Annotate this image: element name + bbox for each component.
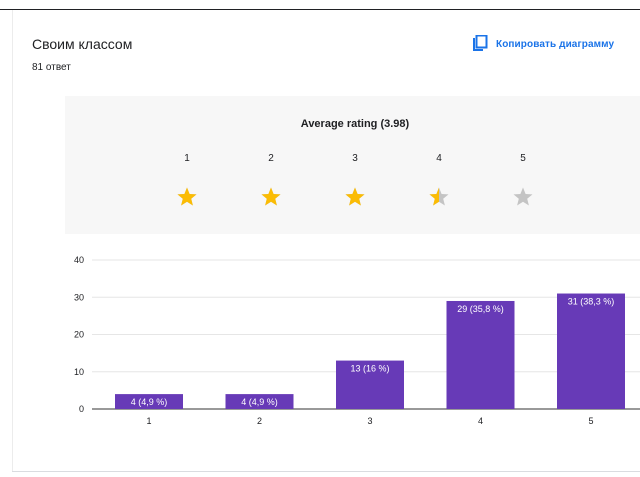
star-icon [513,187,533,206]
y-tick-label: 0 [79,404,84,414]
rating-bar-chart: 0 10 20 30 40 4 (4,9 %) 1 4 (4,9 %) 2 13 (16 %) 3 2… [74,255,640,426]
star-icon [429,187,449,206]
rating-label-4: 4 [436,153,442,164]
star-icon [177,187,197,206]
copy-chart-label: Копировать диаграмму [496,38,615,50]
average-rating-title: Average rating (3.98) [300,118,410,130]
copy-chart-button[interactable]: Копировать диаграмму [472,33,614,55]
bar [557,293,625,409]
y-tick-label: 20 [74,330,84,340]
bar [446,300,515,409]
response-count: 81 ответ [32,62,71,73]
question-title: Своим классом [32,36,133,52]
rating-label-1: 1 [184,153,190,164]
copy-icon [473,35,488,51]
bar-data-label: 13 (16 %) [350,364,389,374]
rating-label-5: 5 [520,153,526,164]
rating-label-3: 3 [352,153,358,164]
star-icon [345,187,365,206]
average-rating-panel: Average rating (3.98) 1 2 3 4 5 [65,96,640,234]
y-tick-label: 10 [74,367,84,377]
star-icon [261,187,281,206]
x-tick-label: 3 [367,416,372,426]
bar-data-label: 31 (38,3 %) [568,297,615,307]
bottom-divider [12,471,640,472]
x-tick-label: 2 [257,416,262,426]
y-tick-label: 40 [74,255,84,265]
x-tick-label: 1 [146,416,151,426]
x-tick-label: 5 [588,416,593,426]
rating-label-2: 2 [268,153,274,164]
bar-data-label: 4 (4,9 %) [241,397,278,407]
bar-data-label: 4 (4,9 %) [131,397,168,407]
x-tick-label: 4 [478,416,483,426]
y-tick-label: 30 [74,292,84,302]
bar-data-label: 29 (35,8 %) [457,304,504,314]
